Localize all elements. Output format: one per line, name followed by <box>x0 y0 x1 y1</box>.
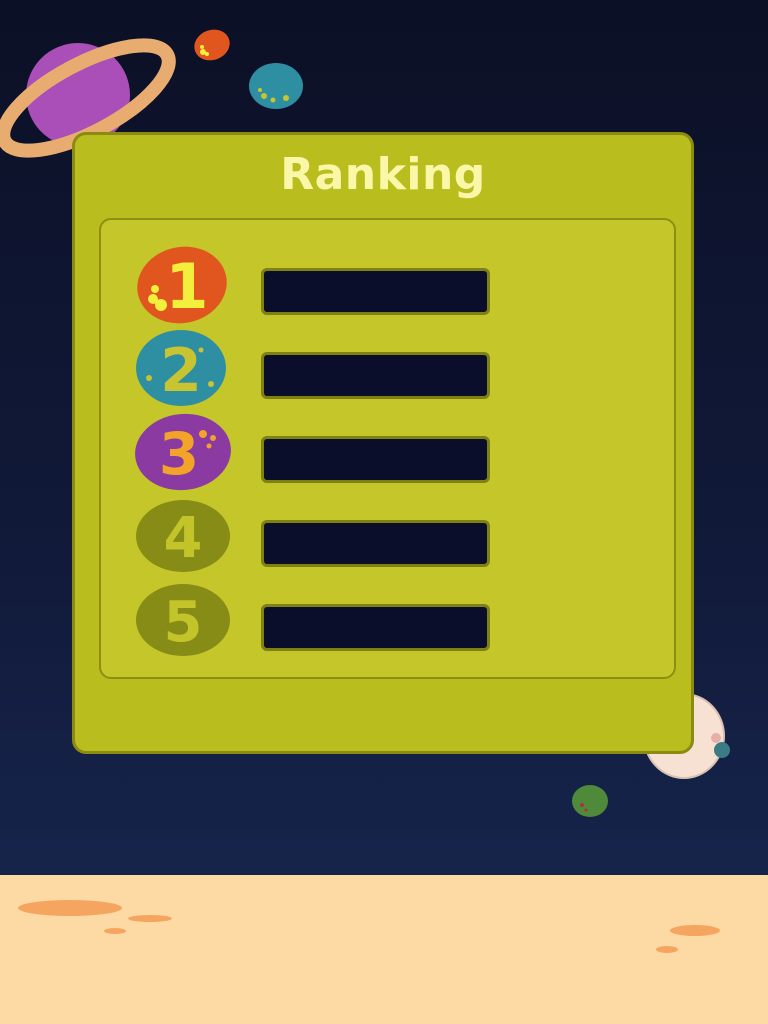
rank-4-number: 4 <box>164 506 203 571</box>
crater <box>128 915 172 922</box>
ranking-row-4: 4 <box>101 496 674 576</box>
rank-3-score-slot <box>261 436 490 483</box>
rank-1-score-slot <box>261 268 490 315</box>
rank-5-badge-icon: 5 <box>136 584 230 656</box>
rank-4-score-slot <box>261 520 490 567</box>
rank-1-badge-icon: 1 <box>137 246 227 324</box>
ranking-panel: Ranking 1 2 3 4 5 <box>72 132 694 754</box>
ranking-list: 1 2 3 4 5 <box>99 218 676 679</box>
rank-5-score-slot <box>261 604 490 651</box>
green-asteroid-icon <box>572 785 608 817</box>
crater <box>670 925 720 936</box>
ranking-row-5: 5 <box>101 580 674 660</box>
planet-surface <box>0 875 768 1024</box>
ranking-row-3: 3 <box>101 412 674 492</box>
ranking-row-1: 1 <box>101 244 674 324</box>
rank-4-badge-icon: 4 <box>136 500 230 572</box>
teal-asteroid-icon <box>249 63 303 109</box>
crater <box>18 900 122 916</box>
rank-3-number: 3 <box>159 420 199 488</box>
rank-3-badge-icon: 3 <box>135 413 231 491</box>
crater <box>104 928 126 934</box>
orange-asteroid-icon <box>194 29 230 61</box>
rank-2-badge-icon: 2 <box>136 330 226 406</box>
rank-5-number: 5 <box>164 590 203 655</box>
rank-2-score-slot <box>261 352 490 399</box>
rank-1-number: 1 <box>165 250 208 323</box>
ranking-title: Ranking <box>280 149 486 200</box>
ranking-row-2: 2 <box>101 328 674 408</box>
rank-2-number: 2 <box>160 336 202 406</box>
crater <box>656 946 678 953</box>
